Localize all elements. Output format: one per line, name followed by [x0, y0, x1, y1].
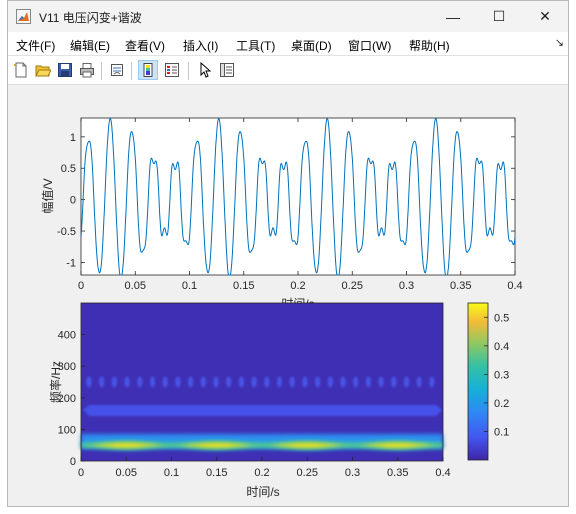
bottom-xtick-label: 0.2: [254, 467, 269, 479]
top-ytick-label: 0.5: [61, 163, 76, 175]
new-figure-icon[interactable]: [11, 60, 31, 80]
harmonic-blob: [391, 376, 397, 388]
harmonic-blob: [251, 376, 257, 388]
harmonic-blob: [378, 376, 384, 388]
menu-window[interactable]: 窗口(W): [348, 37, 391, 54]
top-xtick-label: 0.4: [507, 280, 522, 292]
colorbar-tick-label: 0.1: [494, 426, 509, 438]
bottom-xtick-label: 0.35: [387, 467, 408, 479]
harmonic-blob: [149, 376, 156, 388]
harmonic-blob: [162, 376, 168, 388]
pointer-icon[interactable]: [195, 60, 215, 80]
toolbar-separator: [131, 62, 132, 80]
harmonic-blob: [200, 376, 206, 388]
close-button[interactable]: ✕: [522, 1, 568, 32]
menu-insert[interactable]: 插入(I): [183, 37, 218, 54]
top-xtick-label: 0.15: [233, 280, 254, 292]
minimize-button[interactable]: —: [430, 1, 476, 32]
harmonic-blob: [315, 376, 321, 388]
top-xtick-label: 0.2: [290, 280, 305, 292]
top-xtick-label: 0.35: [450, 280, 471, 292]
toolbar-separator: [188, 62, 189, 80]
top-xtick-label: 0.1: [182, 280, 197, 292]
bottom-ytick-label: 100: [58, 424, 76, 436]
colorbar-tick-label: 0.3: [494, 369, 509, 381]
link-figure-icon[interactable]: [107, 60, 127, 80]
menu-desktop[interactable]: 桌面(D): [291, 37, 332, 54]
colorbar[interactable]: [467, 302, 489, 461]
harmonic-blob: [175, 376, 181, 388]
bottom-ytick-label: 0: [70, 456, 76, 468]
harmonic-blob: [226, 376, 232, 388]
menu-view[interactable]: 查看(V): [125, 37, 165, 54]
harmonic-blob: [340, 376, 346, 388]
open-file-icon[interactable]: [33, 60, 53, 80]
bottom-xtick-label: 0.1: [164, 467, 179, 479]
top-ytick-label: 0: [70, 195, 76, 207]
harmonic-blob: [111, 376, 117, 388]
bottom-ylabel: 频率/Hz: [48, 361, 63, 403]
harmonic-blob: [403, 376, 410, 388]
bottom-ytick-label: 400: [58, 330, 76, 342]
colorbar-tick-label: 0.5: [494, 312, 509, 324]
figure-canvas: 0 0.05 0.1 0.15 0.2 0.25 0.3 0.35 0.4 -1 -0.5 0 0.5 1…: [8, 85, 568, 506]
plots: 0 0.05 0.1 0.15 0.2 0.25 0.3 0.35 0.4 -1 -0.5 0 0.5 1…: [40, 117, 523, 499]
top-ylabel: 幅值/V: [40, 178, 55, 213]
close-icon: ✕: [539, 8, 551, 24]
harmonic-blob: [327, 376, 333, 388]
window-title: V11 电压闪变+谐波: [39, 11, 142, 25]
harmonic-blob: [365, 376, 371, 388]
harmonic-blob: [429, 376, 435, 388]
dock-arrow-icon[interactable]: ↘: [555, 36, 564, 49]
print-icon[interactable]: [77, 60, 97, 80]
menu-file[interactable]: 文件(F): [16, 37, 55, 54]
bottom-xtick-label: 0.4: [435, 467, 450, 479]
harmonic-blob: [86, 376, 92, 388]
harmonic-blob: [124, 376, 130, 388]
maximize-button[interactable]: ☐: [476, 1, 522, 32]
matlab-icon: [16, 9, 31, 24]
bottom-xtick-label: 0.15: [206, 467, 227, 479]
menu-tools[interactable]: 工具(T): [236, 37, 275, 54]
harmonic-blob: [213, 376, 219, 388]
harmonic-blob: [353, 376, 359, 388]
top-xtick-label: 0.3: [399, 280, 414, 292]
maximize-icon: ☐: [492, 8, 506, 24]
harmonic-blob: [99, 376, 105, 388]
title-bar: V11 电压闪变+谐波 — ☐ ✕: [8, 1, 568, 32]
save-icon[interactable]: [55, 60, 75, 80]
harmonic-blob: [302, 376, 308, 388]
toolbar: [8, 56, 568, 85]
spectrogram-heatmap: [81, 303, 443, 461]
top-xtick-label: 0.05: [125, 280, 146, 292]
harmonic-blob: [289, 376, 295, 388]
harmonic-blob: [264, 376, 270, 388]
menu-bar: 文件(F) 编辑(E) 查看(V) 插入(I) 工具(T) 桌面(D) 窗口(W…: [8, 32, 568, 56]
bottom-xlabel: 时间/s: [246, 485, 279, 499]
bottom-xtick-label: 0.3: [345, 467, 360, 479]
harmonic-blob: [188, 376, 194, 388]
figure-window: V11 电压闪变+谐波 — ☐ ✕ 文件(F) 编辑(E) 查看(V) 插入(I…: [7, 0, 569, 507]
harmonic-blob: [276, 376, 283, 388]
top-ytick-label: 1: [70, 132, 76, 144]
harmonic-blob: [137, 376, 143, 388]
bottom-xtick-label: 0.05: [116, 467, 137, 479]
insert-legend-icon[interactable]: [162, 60, 182, 80]
harmonic-blob: [238, 376, 244, 388]
top-ytick-label: -0.5: [57, 226, 76, 238]
top-ytick-label: -1: [66, 257, 76, 269]
harmonic-blob: [416, 376, 422, 388]
property-inspector-icon[interactable]: [217, 60, 237, 80]
insert-colorbar-icon[interactable]: [138, 60, 158, 80]
colorbar-tick-label: 0.4: [494, 341, 509, 353]
toolbar-separator: [101, 62, 102, 80]
top-xtick-label: 0.25: [342, 280, 363, 292]
bottom-xtick-label: 0.25: [297, 467, 318, 479]
bottom-xtick-label: 0: [78, 467, 84, 479]
menu-help[interactable]: 帮助(H): [409, 37, 450, 54]
top-xtick-label: 0: [78, 280, 84, 292]
menu-edit[interactable]: 编辑(E): [70, 37, 110, 54]
colorbar-tick-label: 0.2: [494, 398, 509, 410]
minimize-icon: —: [446, 8, 460, 25]
